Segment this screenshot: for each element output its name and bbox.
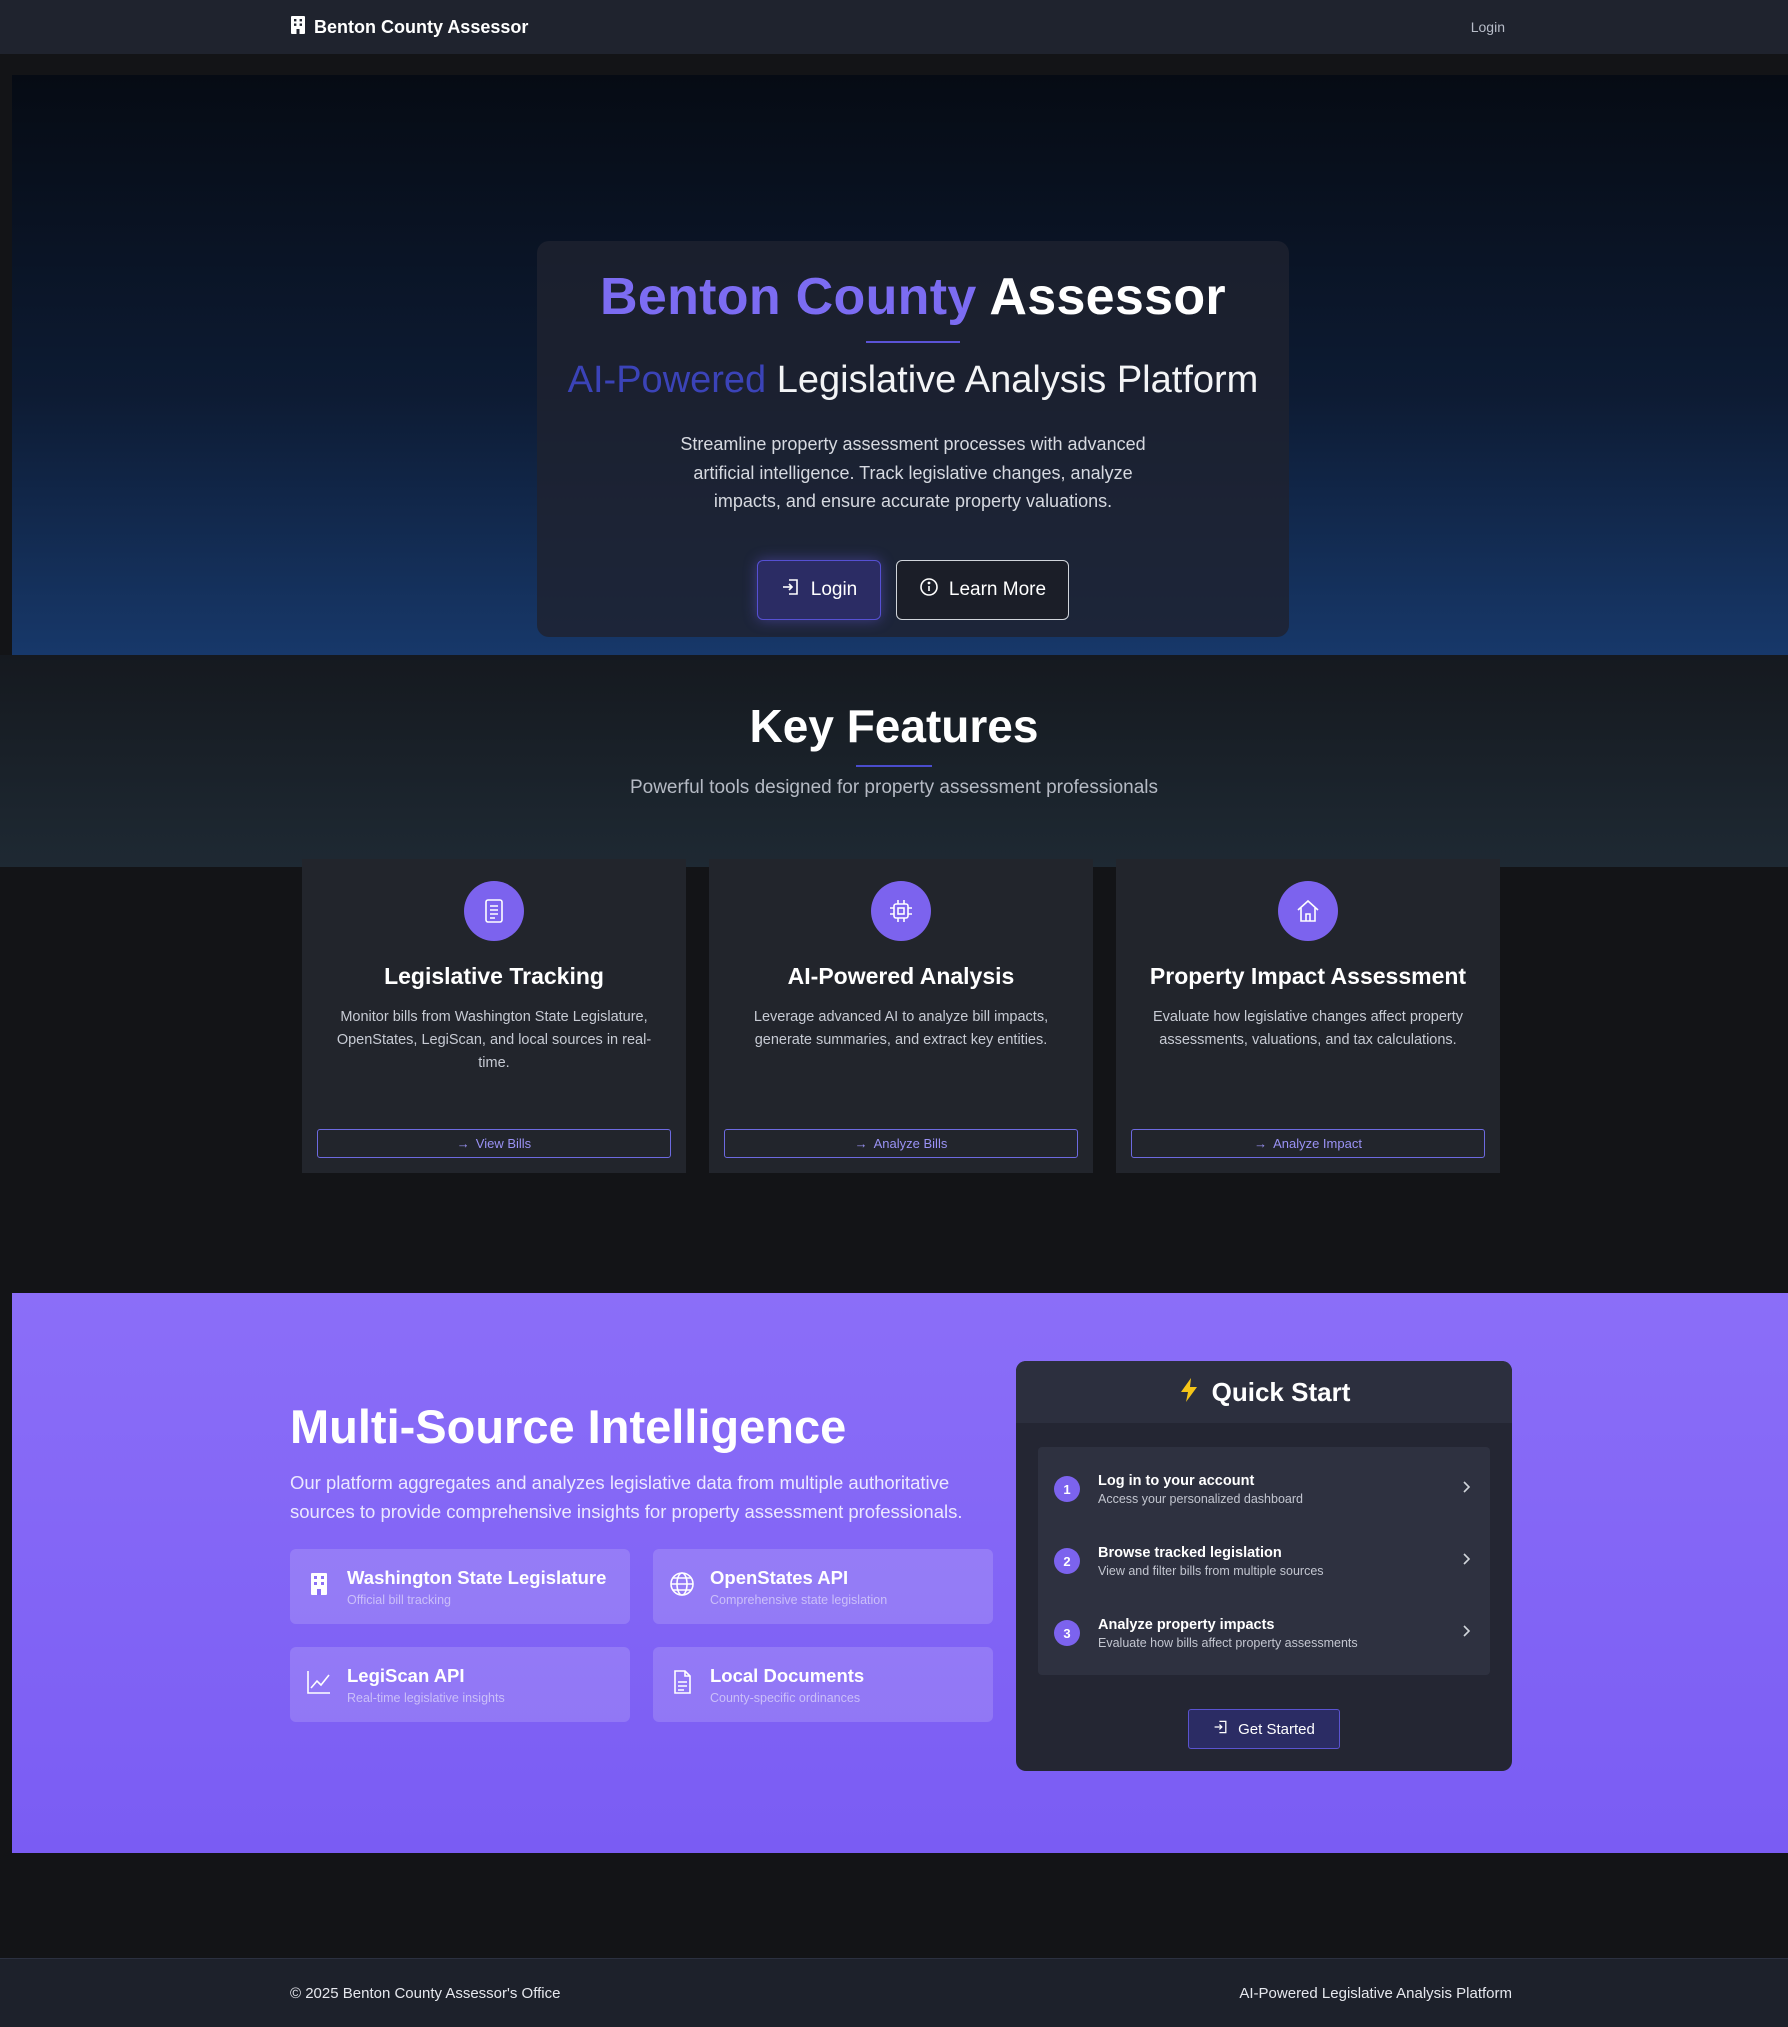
- chevron-right-icon: [1458, 1479, 1474, 1500]
- source-name: Washington State Legislature: [347, 1566, 607, 1588]
- step-subtitle: Evaluate how bills affect property asses…: [1098, 1635, 1358, 1650]
- arrow-right-icon: →: [456, 1136, 470, 1151]
- chart-line-icon: [305, 1668, 333, 1701]
- chevron-right-icon: [1458, 1623, 1474, 1644]
- hero-card: Benton County Assessor AI-Powered Legisl…: [537, 241, 1289, 637]
- quick-start-header: Quick Start: [1016, 1361, 1512, 1423]
- analyze-impact-label: Analyze Impact: [1273, 1136, 1362, 1151]
- footer: © 2025 Benton County Assessor's Office A…: [0, 1958, 1788, 2027]
- hero-description: Streamline property assessment processes…: [680, 434, 1146, 511]
- step-subtitle: Access your personalized dashboard: [1098, 1491, 1303, 1506]
- footer-copyright: © 2025 Benton County Assessor's Office: [290, 1984, 561, 2002]
- step-number: 1: [1054, 1476, 1080, 1502]
- source-subtitle: Official bill tracking: [347, 1592, 451, 1607]
- login-icon: [1213, 1719, 1229, 1739]
- features-header: Key Features Powerful tools designed for…: [0, 655, 1788, 867]
- source-subtitle: County-specific ordinances: [710, 1690, 861, 1705]
- get-started-label: Get Started: [1238, 1720, 1315, 1738]
- quick-start-step-login[interactable]: 1 Log in to your account Access your per…: [1038, 1453, 1490, 1525]
- file-icon: [668, 1668, 696, 1701]
- footer-tagline: AI-Powered Legislative Analysis Platform: [1239, 1984, 1512, 2002]
- step-title: Analyze property impacts: [1098, 1616, 1275, 1633]
- feature-card-property-impact: Property Impact Assessment Evaluate how …: [1116, 859, 1500, 1173]
- step-title: Log in to your account: [1098, 1472, 1255, 1489]
- lightning-icon: [1178, 1377, 1200, 1408]
- quick-start-step-browse[interactable]: 2 Browse tracked legislation View and fi…: [1038, 1525, 1490, 1597]
- learn-more-label: Learn More: [948, 578, 1047, 600]
- quick-start-title: Quick Start: [1211, 1376, 1351, 1407]
- analyze-bills-button[interactable]: → Analyze Bills: [724, 1129, 1078, 1158]
- multi-source-description: Our platform aggregates and analyzes leg…: [290, 1472, 963, 1522]
- nav-login-link[interactable]: Login: [1471, 19, 1505, 35]
- hero-login-button[interactable]: Login: [757, 559, 881, 620]
- multi-source-title: Multi-Source Intelligence: [290, 1400, 847, 1453]
- building-icon: [290, 15, 306, 39]
- arrow-right-icon: →: [854, 1136, 868, 1151]
- house-icon: [1278, 881, 1338, 941]
- arrow-right-icon: →: [1254, 1136, 1268, 1151]
- get-started-button[interactable]: Get Started: [1188, 1709, 1340, 1749]
- source-local-documents[interactable]: Local Documents County-specific ordinanc…: [653, 1647, 993, 1722]
- card-description: Leverage advanced AI to analyze bill imp…: [753, 1009, 1049, 1048]
- step-number: 3: [1054, 1620, 1080, 1646]
- quick-start-panel: Quick Start 1 Log in to your account Acc…: [1016, 1361, 1512, 1771]
- hero-section: Benton County Assessor AI-Powered Legisl…: [12, 75, 1788, 655]
- source-subtitle: Comprehensive state legislation: [710, 1592, 888, 1607]
- source-washington-legislature[interactable]: Washington State Legislature Official bi…: [290, 1549, 630, 1624]
- info-icon: [919, 577, 939, 603]
- source-legiscan[interactable]: LegiScan API Real-time legislative insig…: [290, 1647, 630, 1722]
- hero-title-accent: Benton County: [600, 268, 977, 326]
- analyze-bills-label: Analyze Bills: [873, 1136, 948, 1151]
- brand[interactable]: Benton County Assessor: [290, 15, 529, 39]
- brand-name: Benton County Assessor: [314, 16, 529, 37]
- globe-icon: [668, 1570, 696, 1603]
- view-bills-button[interactable]: → View Bills: [317, 1129, 671, 1158]
- chevron-right-icon: [1458, 1551, 1474, 1572]
- hero-buttons: Login Learn More: [537, 559, 1289, 620]
- source-name: OpenStates API: [710, 1566, 849, 1588]
- hero-divider: [866, 341, 960, 343]
- hero-title-rest: Assessor: [989, 268, 1226, 326]
- quick-start-steps: 1 Log in to your account Access your per…: [1038, 1447, 1490, 1675]
- quick-start-step-analyze[interactable]: 3 Analyze property impacts Evaluate how …: [1038, 1597, 1490, 1669]
- features-title: Key Features: [749, 700, 1039, 752]
- features-subtitle: Powerful tools designed for property ass…: [629, 777, 1159, 798]
- feature-cards: Legislative Tracking Monitor bills from …: [302, 859, 1500, 1173]
- building-icon: [305, 1570, 333, 1603]
- card-description: Monitor bills from Washington State Legi…: [336, 1009, 652, 1071]
- hero-subtitle: AI-Powered Legislative Analysis Platform: [537, 359, 1289, 402]
- hero-subtitle-rest: Legislative Analysis Platform: [776, 359, 1259, 401]
- view-bills-label: View Bills: [475, 1136, 532, 1151]
- source-openstates[interactable]: OpenStates API Comprehensive state legis…: [653, 1549, 993, 1624]
- step-title: Browse tracked legislation: [1098, 1544, 1282, 1561]
- hero-subtitle-accent: AI-Powered: [567, 359, 767, 401]
- top-navbar: Benton County Assessor Login: [0, 0, 1788, 54]
- login-icon: [781, 577, 801, 603]
- card-title: AI-Powered Analysis: [787, 963, 1015, 989]
- source-grid: Washington State Legislature Official bi…: [290, 1549, 993, 1722]
- hero-login-label: Login: [810, 578, 858, 600]
- feature-card-legislative-tracking: Legislative Tracking Monitor bills from …: [302, 859, 686, 1173]
- step-subtitle: View and filter bills from multiple sour…: [1098, 1563, 1324, 1578]
- hero-title: Benton County Assessor: [537, 267, 1289, 327]
- features-divider: [856, 765, 932, 767]
- step-number: 2: [1054, 1548, 1080, 1574]
- source-name: Local Documents: [710, 1664, 865, 1686]
- card-title: Property Impact Assessment: [1149, 963, 1467, 989]
- analyze-impact-button[interactable]: → Analyze Impact: [1131, 1129, 1485, 1158]
- feature-card-ai-analysis: AI-Powered Analysis Leverage advanced AI…: [709, 859, 1093, 1173]
- document-icon: [464, 881, 524, 941]
- multi-source-section: Multi-Source Intelligence Our platform a…: [12, 1293, 1788, 1853]
- source-name: LegiScan API: [347, 1664, 465, 1686]
- chip-icon: [871, 881, 931, 941]
- card-description: Evaluate how legislative changes affect …: [1152, 1009, 1464, 1048]
- source-subtitle: Real-time legislative insights: [347, 1690, 505, 1705]
- learn-more-button[interactable]: Learn More: [896, 559, 1069, 620]
- card-title: Legislative Tracking: [384, 963, 604, 989]
